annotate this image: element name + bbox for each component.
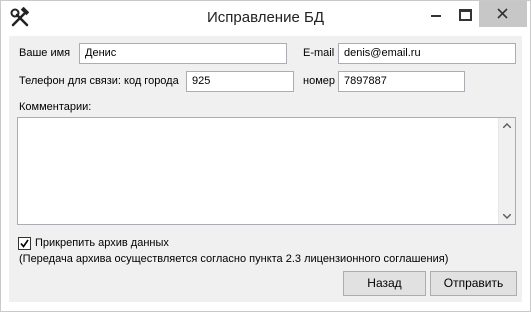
scroll-down-arrow-icon[interactable]: [503, 214, 511, 219]
maximize-icon: [459, 9, 472, 21]
back-button[interactable]: Назад: [343, 271, 426, 296]
minimize-button[interactable]: [421, 1, 451, 27]
phone-label: Телефон для связи: код города: [19, 75, 179, 87]
license-note: (Передача архива осуществляется согласно…: [19, 253, 449, 265]
name-field[interactable]: Денис: [79, 43, 287, 64]
form-panel: Ваше имя Денис E-mail denis@email.ru Тел…: [9, 36, 522, 302]
send-button[interactable]: Отправить: [430, 271, 517, 296]
attach-archive-checkbox[interactable]: [18, 237, 31, 250]
email-field[interactable]: denis@email.ru: [338, 43, 516, 64]
scroll-up-arrow-icon[interactable]: [503, 123, 511, 128]
comments-label: Комментарии:: [19, 101, 92, 113]
area-code-field[interactable]: 925: [186, 71, 294, 92]
close-icon: [497, 8, 508, 19]
title-bar[interactable]: Исправление БД: [1, 1, 530, 35]
checkmark-icon: [20, 239, 29, 248]
dialog-window: Исправление БД Ваше имя Денис E-mail den…: [0, 0, 531, 312]
comments-textarea[interactable]: [17, 117, 516, 225]
name-label: Ваше имя: [19, 47, 71, 59]
minimize-icon: [431, 15, 441, 17]
attach-archive-label[interactable]: Прикрепить архив данных: [35, 237, 169, 249]
phone-number-field[interactable]: 7897887: [338, 71, 465, 92]
close-button[interactable]: [479, 1, 527, 27]
email-label: E-mail: [303, 47, 335, 59]
number-label: номер: [303, 75, 335, 87]
maximize-button[interactable]: [451, 1, 479, 27]
comments-text: [18, 118, 515, 124]
comments-scrollbar[interactable]: [498, 118, 515, 224]
